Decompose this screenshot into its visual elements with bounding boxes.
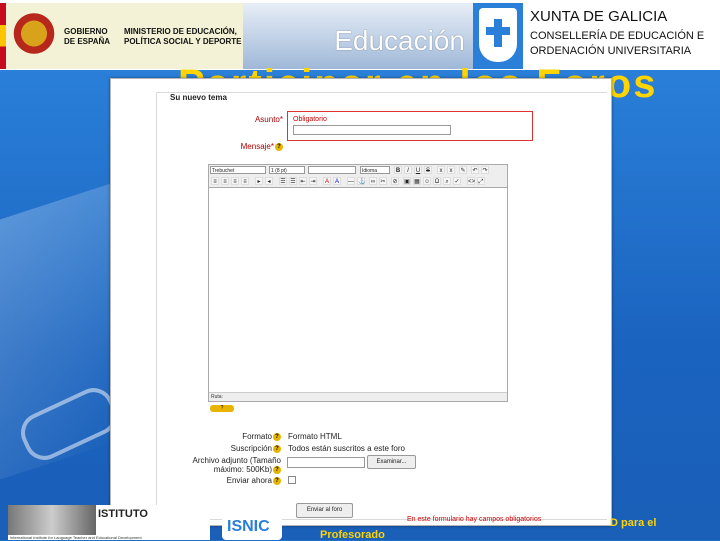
help-icon[interactable]: ? (275, 142, 283, 151)
education-band: Educación (243, 3, 473, 69)
format-select[interactable] (308, 166, 356, 174)
help-icon[interactable]: ? (273, 465, 281, 474)
underline-button[interactable]: U (414, 166, 422, 174)
strike-button[interactable]: S (424, 166, 432, 174)
subject-label: Asunto* (254, 115, 283, 124)
help-icon[interactable]: ? (273, 444, 281, 453)
language-select[interactable]: Idioma (360, 166, 390, 174)
format-label: Formato? (151, 432, 281, 441)
redo-icon[interactable]: ↷ (481, 166, 489, 174)
attachment-input[interactable] (287, 457, 365, 468)
form-legend: Su nuevo tema (168, 93, 229, 102)
subscript-icon[interactable]: x (437, 166, 445, 174)
education-title: Educación (334, 25, 465, 56)
outdent-icon[interactable]: ⇤ (299, 177, 307, 185)
subject-input[interactable] (293, 125, 451, 135)
send-now-label: Enviar ahora? (151, 476, 281, 485)
italic-button[interactable]: I (404, 166, 412, 174)
xunta-shield-icon (473, 3, 523, 69)
prevent-link-icon[interactable]: ⊘ (391, 177, 399, 185)
institute-logo: ISTITUTO International Institute for Lan… (8, 505, 210, 540)
text-color-icon[interactable]: A (323, 177, 331, 185)
send-now-checkbox[interactable] (288, 476, 296, 484)
unlink-icon[interactable]: ✂ (379, 177, 387, 185)
background-color-icon[interactable]: A (333, 177, 341, 185)
top-banner: GOBIERNO DE ESPAÑA MINISTERIO DE EDUCACI… (0, 0, 720, 70)
subscription-value: Todos están suscritos a este foro (288, 444, 405, 453)
table-icon[interactable]: ▦ (413, 177, 421, 185)
fullscreen-icon[interactable]: ⤢ (477, 177, 485, 185)
isnic-logo: ISNIC (222, 512, 282, 540)
hands-image (8, 505, 96, 535)
ordered-list-icon[interactable]: ☰ (279, 177, 287, 185)
message-label: Mensaje*? (201, 142, 283, 151)
editor-path: Ruta: (209, 392, 507, 401)
institute-logo-text: ISTITUTO (98, 508, 148, 520)
gov-line1: GOBIERNO DE ESPAÑA (64, 27, 111, 46)
font-select[interactable]: Trebuchet (210, 166, 266, 174)
size-select[interactable]: 1 (8 pt) (269, 166, 305, 174)
forum-post-form: Su nuevo tema Asunto* Obligatorio Mensaj… (110, 78, 612, 526)
help-icon[interactable]: ? (273, 432, 281, 441)
attachment-label: Archivo adjunto (Tamaño máximo: 500Kb)? (192, 456, 281, 474)
indent-icon[interactable]: ⇥ (309, 177, 317, 185)
help-icon[interactable]: ? (273, 476, 281, 485)
gov-line2: MINISTERIO DE EDUCACIÓN, POLÍTICA SOCIAL… (124, 27, 242, 46)
government-logo: GOBIERNO DE ESPAÑA MINISTERIO DE EDUCACI… (0, 3, 243, 69)
footer-text-right: D para el (610, 517, 657, 529)
footer-text-bottom: Profesorado (320, 529, 385, 541)
justify-icon[interactable]: ≡ (241, 177, 249, 185)
emoticon-icon[interactable]: ☺ (423, 177, 431, 185)
spellcheck-icon[interactable]: ✓ (453, 177, 461, 185)
xunta-title: XUNTA DE GALICIA (530, 8, 668, 25)
image-icon[interactable]: ▣ (403, 177, 411, 185)
link-icon[interactable]: ∞ (369, 177, 377, 185)
editor-help-button[interactable]: ? (210, 405, 234, 412)
html-editor: Trebuchet 1 (8 pt) Idioma B I U S x x ✎ … (208, 164, 508, 402)
browse-button[interactable]: Examinar... (367, 455, 416, 469)
subject-field-box: Obligatorio (287, 111, 533, 141)
html-source-icon[interactable]: <> (467, 177, 475, 185)
special-char-icon[interactable]: Ω (433, 177, 441, 185)
required-note: En este formulario hay campos obligatori… (407, 516, 542, 523)
undo-icon[interactable]: ↶ (471, 166, 479, 174)
align-left-icon[interactable]: ≡ (211, 177, 219, 185)
cleanup-icon[interactable]: ✎ (459, 166, 467, 174)
anchor-icon[interactable]: ⚓ (357, 177, 365, 185)
bullet-list-icon[interactable]: ☰ (289, 177, 297, 185)
submit-post-button[interactable]: Enviar al foro (296, 503, 353, 518)
message-textarea[interactable] (209, 188, 507, 390)
isnic-logo-text: ISNIC (227, 518, 270, 535)
coat-of-arms-icon (10, 11, 58, 61)
bold-button[interactable]: B (394, 166, 402, 174)
rtl-icon[interactable]: ◂ (265, 177, 273, 185)
align-right-icon[interactable]: ≡ (231, 177, 239, 185)
xunta-subtitle: CONSELLERÍA DE EDUCACIÓN E ORDENACIÓN UN… (530, 30, 705, 57)
flag-icon (0, 3, 6, 69)
editor-toolbar-row1: Trebuchet 1 (8 pt) Idioma B I U S x x ✎ … (209, 165, 507, 176)
ltr-icon[interactable]: ▸ (255, 177, 263, 185)
editor-toolbar-row2: ≡ ≡ ≡ ≡ ▸ ◂ ☰ ☰ ⇤ ⇥ A A — ⚓ ∞ ✂ ⊘ ▣ ▦ ☺ … (209, 176, 507, 188)
subscription-label: Suscripción? (151, 444, 281, 453)
superscript-icon[interactable]: x (447, 166, 455, 174)
horizontal-rule-icon[interactable]: — (347, 177, 355, 185)
search-icon[interactable]: ⌕ (443, 177, 451, 185)
format-value: Formato HTML (288, 432, 342, 441)
subject-required-text: Obligatorio (293, 116, 327, 123)
institute-logo-subtext: International Institute for Language Tea… (10, 535, 142, 540)
align-center-icon[interactable]: ≡ (221, 177, 229, 185)
